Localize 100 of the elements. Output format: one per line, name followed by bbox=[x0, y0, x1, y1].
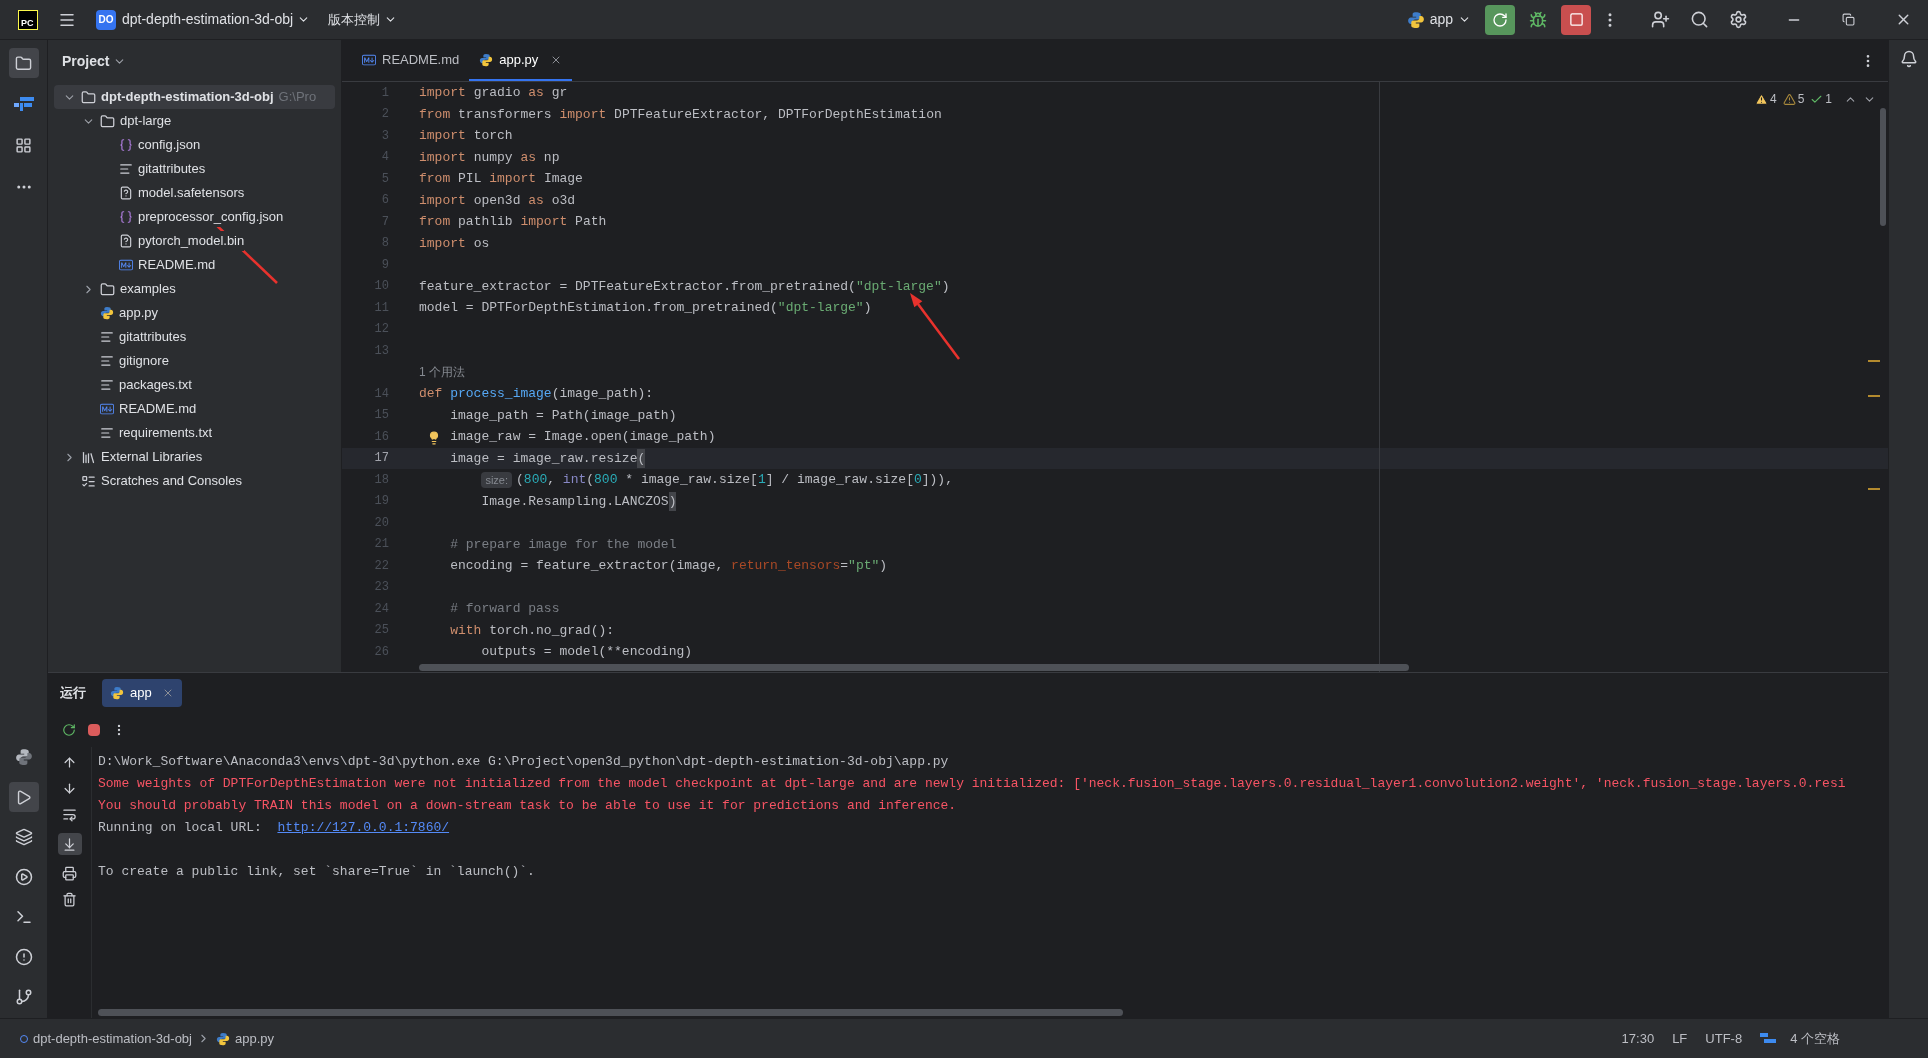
tree-item[interactable]: gitattributes bbox=[54, 325, 335, 349]
code-string: "dpt-large" bbox=[855, 277, 942, 296]
code-token: image_raw = Image.open(image_path) bbox=[450, 428, 716, 446]
problems-icon[interactable] bbox=[14, 948, 33, 966]
warning-marker[interactable] bbox=[1868, 488, 1880, 490]
python-icon bbox=[479, 52, 494, 67]
run-config-selector[interactable]: app bbox=[1406, 9, 1471, 30]
tree-item[interactable]: dpt-large bbox=[54, 109, 335, 133]
horizontal-scrollbar[interactable] bbox=[419, 664, 1409, 671]
run-tool-button[interactable] bbox=[8, 782, 39, 812]
code-token: import bbox=[559, 105, 607, 124]
code-token: outputs = model(**encoding) bbox=[481, 643, 693, 661]
stop-button[interactable] bbox=[1561, 4, 1591, 35]
text-file-icon bbox=[100, 426, 114, 440]
status-item[interactable]: UTF-8 bbox=[1705, 1028, 1743, 1049]
code-token: import bbox=[419, 234, 466, 253]
breadcrumb[interactable]: dpt-depth-estimation-3d-obj bbox=[33, 1028, 192, 1049]
breadcrumb[interactable]: app.py bbox=[235, 1028, 275, 1049]
tree-item[interactable]: preprocessor_config.json bbox=[54, 205, 335, 229]
tree-item[interactable]: Scratches and Consoles bbox=[54, 469, 335, 493]
tree-item[interactable]: gitattributes bbox=[54, 157, 335, 181]
rerun-icon bbox=[1492, 11, 1508, 28]
tree-item[interactable]: pytorch_model.bin bbox=[54, 229, 335, 253]
project-path: G:\Pro bbox=[278, 88, 317, 107]
inspection-count[interactable]: 5 bbox=[1797, 90, 1805, 108]
print-icon[interactable] bbox=[62, 866, 77, 881]
services-icon[interactable] bbox=[14, 868, 33, 886]
tree-item[interactable]: requirements.txt bbox=[54, 421, 335, 445]
scroll-to-end-button[interactable] bbox=[57, 833, 82, 855]
code-token: as bbox=[528, 191, 544, 210]
usage-hint[interactable]: 1 个用法 bbox=[419, 363, 465, 382]
console-line: D:\Work_Software\Anaconda3\envs\dpt-3d\python.exe G:\Project\open3d_python\dpt-depth-estimation-3d-obj\app.py bbox=[98, 753, 949, 772]
plugin-icon[interactable] bbox=[13, 95, 34, 111]
inspection-count[interactable]: 4 bbox=[1769, 90, 1777, 108]
code-token: import bbox=[419, 127, 466, 145]
tree-item[interactable]: External Libraries bbox=[54, 445, 335, 469]
rerun-icon[interactable] bbox=[62, 723, 76, 737]
structure-icon[interactable] bbox=[15, 137, 32, 154]
python-icon bbox=[110, 686, 124, 700]
notifications-icon[interactable] bbox=[1899, 50, 1918, 68]
run-tab[interactable]: app bbox=[102, 679, 182, 707]
code-token: , bbox=[547, 471, 557, 489]
warning-marker[interactable] bbox=[1868, 395, 1880, 397]
down-arrow-icon[interactable] bbox=[62, 781, 77, 796]
tree-item[interactable]: examples bbox=[54, 277, 335, 301]
tree-item[interactable]: dpt-depth-estimation-3d-obj G:\Pro bbox=[54, 85, 335, 109]
python-console-icon bbox=[14, 748, 33, 766]
code-token: ) bbox=[879, 557, 888, 575]
tree-item[interactable]: model.safetensors bbox=[54, 181, 335, 205]
tree-item[interactable]: config.json bbox=[54, 133, 335, 157]
panel-title: 运行 bbox=[60, 684, 86, 703]
tree-item[interactable]: packages.txt bbox=[54, 373, 335, 397]
app-logo: PC bbox=[18, 9, 38, 30]
code-token: ) bbox=[863, 299, 872, 317]
trash-icon[interactable] bbox=[62, 892, 77, 907]
code-token: * image_raw.size[ bbox=[625, 471, 758, 489]
console-link[interactable]: http://127.0.0.1:7860/ bbox=[277, 818, 450, 838]
code-token: import bbox=[520, 213, 568, 231]
indent-icon[interactable] bbox=[1760, 1032, 1777, 1045]
code-token: ] / image_raw.size[ bbox=[765, 471, 914, 489]
add-user-icon[interactable] bbox=[1651, 10, 1670, 29]
status-item[interactable]: LF bbox=[1672, 1028, 1688, 1049]
panel-title[interactable]: Project bbox=[62, 50, 110, 72]
project-tool-button[interactable] bbox=[8, 48, 39, 78]
rerun-button[interactable] bbox=[1485, 4, 1515, 35]
tree-item[interactable]: README.md bbox=[54, 397, 335, 421]
python-icon bbox=[100, 306, 114, 320]
line-number: 17 bbox=[374, 450, 389, 468]
layers-icon[interactable] bbox=[14, 828, 33, 846]
code-token: return_tensors bbox=[731, 557, 841, 575]
vertical-scrollbar[interactable] bbox=[1880, 108, 1886, 226]
code-token: as bbox=[528, 84, 544, 102]
inspection-count[interactable]: 1 bbox=[1825, 90, 1832, 108]
project-selector[interactable]: dpt-depth-estimation-3d-obj bbox=[122, 9, 311, 30]
tree-item[interactable]: gitignore bbox=[54, 349, 335, 373]
git-icon[interactable] bbox=[14, 988, 33, 1006]
stop-icon[interactable] bbox=[88, 724, 100, 736]
lightbulb-icon[interactable] bbox=[427, 431, 441, 445]
code-token: with bbox=[450, 621, 482, 640]
code-token: = bbox=[840, 557, 849, 575]
warning-marker[interactable] bbox=[1868, 360, 1880, 362]
vcs-menu[interactable]: 版本控制 bbox=[328, 9, 398, 30]
search-icon[interactable] bbox=[1690, 10, 1709, 29]
code-token: o3d bbox=[551, 191, 576, 210]
settings-icon[interactable] bbox=[1729, 10, 1748, 29]
editor-tab[interactable]: README.md bbox=[352, 40, 470, 81]
debug-icon[interactable] bbox=[1529, 10, 1547, 29]
restore-icon[interactable] bbox=[1842, 13, 1855, 26]
unknown-file-icon bbox=[119, 186, 133, 200]
editor-tab[interactable]: app.py bbox=[469, 40, 573, 81]
horizontal-scrollbar[interactable] bbox=[98, 1009, 1123, 1016]
tree-item[interactable]: README.md bbox=[54, 253, 335, 277]
soft-wrap-icon[interactable] bbox=[62, 807, 77, 822]
code-token: 800 bbox=[523, 471, 548, 489]
status-item[interactable]: 4 个空格 bbox=[1790, 1028, 1840, 1049]
code-comment: # prepare image for the model bbox=[450, 535, 677, 554]
tree-item[interactable]: app.py bbox=[54, 301, 335, 325]
code-token: Image.Resampling.LANCZOS bbox=[481, 492, 669, 511]
terminal-icon[interactable] bbox=[14, 908, 33, 926]
status-item[interactable]: 17:30 bbox=[1621, 1028, 1655, 1049]
